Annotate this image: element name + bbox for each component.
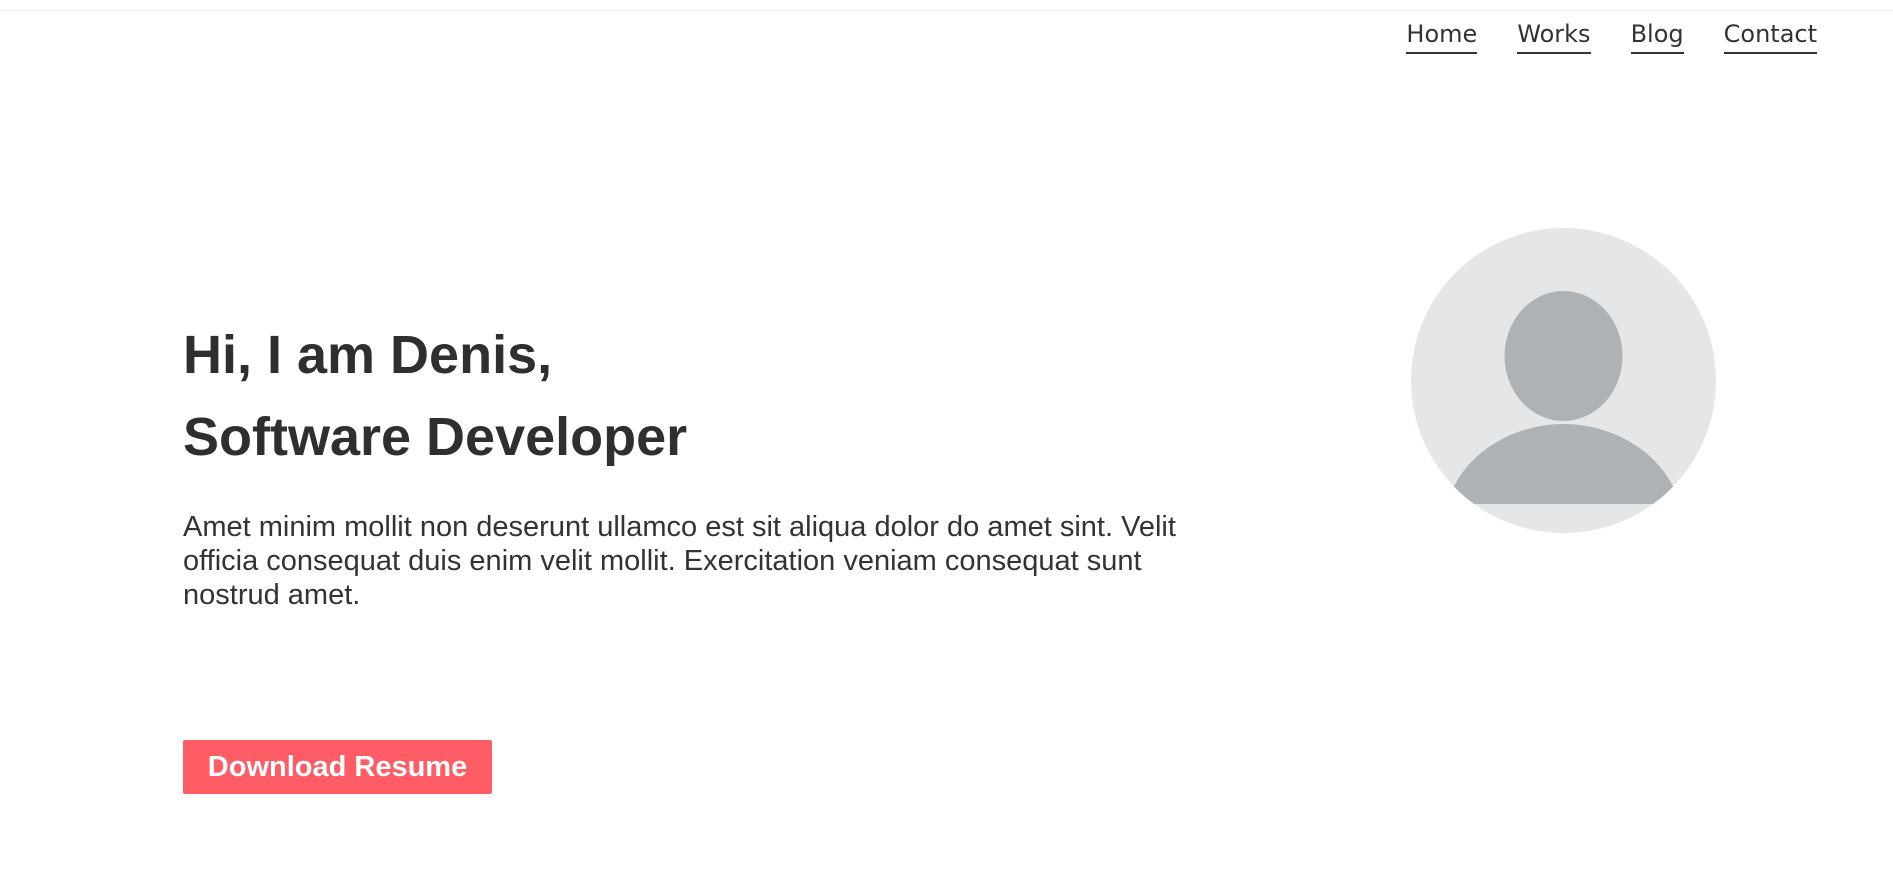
download-resume-button[interactable]: Download Resume [183, 740, 492, 794]
top-navigation: Home Works Blog Contact [1406, 20, 1817, 54]
avatar-head-shape [1504, 291, 1623, 421]
hero-title-line-role: Software Developer [183, 407, 688, 467]
hero-title: Hi, I am Denis, Software Developer [183, 314, 1083, 478]
nav-link-home[interactable]: Home [1406, 20, 1478, 54]
avatar [1411, 228, 1716, 533]
nav-link-contact[interactable]: Contact [1723, 20, 1817, 54]
hero-title-line-greeting: Hi, I am Denis, [183, 325, 553, 385]
nav-link-works[interactable]: Works [1517, 20, 1591, 54]
hero-description: Amet minim mollit non deserunt ullamco e… [183, 511, 1176, 611]
header-divider [0, 10, 1893, 11]
nav-link-blog[interactable]: Blog [1630, 20, 1684, 54]
user-placeholder-icon [1411, 228, 1716, 533]
